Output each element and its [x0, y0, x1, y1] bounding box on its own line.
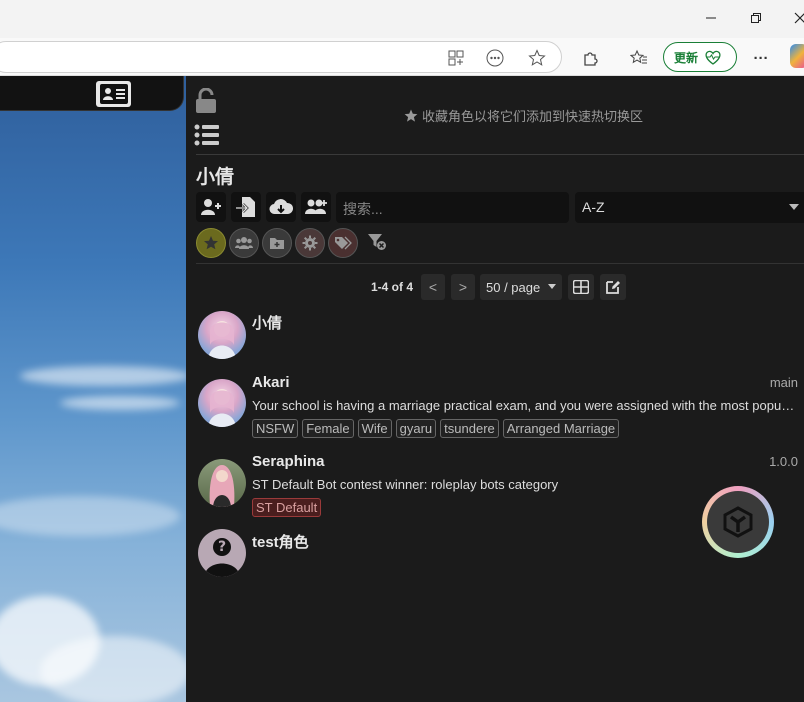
file-import-icon	[236, 197, 255, 217]
import-url-button[interactable]	[266, 192, 296, 222]
character-card-button[interactable]	[96, 81, 131, 107]
gear-icon	[302, 235, 318, 251]
filter-folders-button[interactable]	[262, 228, 292, 258]
close-button[interactable]	[788, 8, 804, 28]
minimize-button[interactable]	[699, 8, 723, 28]
tag[interactable]: Wife	[357, 419, 392, 438]
next-page-button[interactable]: >	[451, 274, 475, 300]
maximize-button[interactable]	[744, 8, 768, 28]
filter-groups-button[interactable]	[229, 228, 259, 258]
current-character-name: 小倩	[196, 167, 235, 188]
list-menu-button[interactable]	[194, 124, 220, 151]
character-name: Seraphina	[252, 453, 325, 470]
tag[interactable]: Female	[302, 419, 354, 438]
create-character-button[interactable]	[196, 192, 226, 222]
filter-tags-button[interactable]	[328, 228, 358, 258]
sort-value: A-Z	[582, 199, 605, 215]
heartbeat-icon	[705, 50, 721, 65]
tag[interactable]: tsundere	[440, 419, 499, 438]
svg-text:?: ?	[218, 539, 226, 555]
copilot-icon[interactable]	[790, 44, 804, 68]
tag[interactable]: Arranged Marriage	[502, 419, 620, 438]
minimize-icon	[706, 17, 716, 19]
tags-icon	[335, 236, 352, 250]
app-available-icon[interactable]	[445, 47, 467, 69]
character-name: 小倩	[252, 315, 283, 332]
background-sky-image	[0, 76, 186, 702]
update-label: 更新	[674, 50, 699, 65]
hotswap-hint-text: 收藏角色以将它们添加到快速热切换区	[422, 109, 644, 124]
character-version: 1.0.0	[769, 454, 798, 469]
id-card-icon	[99, 84, 128, 104]
edit-icon	[606, 281, 620, 294]
users-plus-icon	[305, 199, 327, 214]
more-dots-icon[interactable]	[484, 47, 506, 69]
top-bar-left	[0, 76, 184, 111]
prev-page-button[interactable]: <	[421, 274, 445, 300]
tag[interactable]: gyaru	[395, 419, 437, 438]
character-panel: 收藏角色以将它们添加到快速热切换区 小倩 搜索... A-Z 1-4 of 4 …	[186, 76, 804, 702]
extensions-icon[interactable]	[579, 47, 601, 69]
assistant-floating-button[interactable]	[702, 486, 774, 558]
pagination-count: 1-4 of 4	[371, 280, 414, 294]
close-icon	[794, 12, 804, 24]
avatar: ?	[198, 529, 246, 577]
create-group-button[interactable]	[301, 192, 331, 222]
update-button[interactable]: 更新	[663, 42, 737, 72]
sort-select[interactable]: A-Z	[575, 192, 804, 223]
character-version: main	[769, 375, 798, 390]
browser-titlebar	[0, 0, 804, 38]
assistant-logo-icon	[723, 506, 753, 538]
import-file-button[interactable]	[231, 192, 261, 222]
character-description: ST Default Bot contest winner: roleplay …	[252, 477, 559, 492]
tag[interactable]: ST Default	[252, 498, 322, 517]
divider	[196, 263, 804, 264]
grid-view-button[interactable]	[568, 274, 594, 300]
character-tags: NSFW Female Wife gyaru tsundere Arranged…	[252, 419, 620, 438]
avatar	[198, 379, 246, 427]
chevron-down-icon	[789, 204, 799, 210]
restore-icon	[751, 13, 761, 23]
page-size-select[interactable]: 50 / page	[480, 274, 562, 300]
users-icon	[235, 237, 253, 249]
character-description: Your school is having a marriage practic…	[252, 398, 797, 413]
clear-filters-button[interactable]	[367, 233, 387, 256]
bulk-edit-button[interactable]	[600, 274, 626, 300]
character-name: test角色	[252, 534, 309, 551]
character-name: Akari	[252, 374, 290, 391]
tag[interactable]: NSFW	[252, 419, 299, 438]
lock-button[interactable]	[194, 87, 218, 119]
unknown-user-icon: ?	[204, 538, 240, 577]
hotswap-hint: 收藏角色以将它们添加到快速热切换区	[404, 106, 643, 125]
chevron-down-icon	[548, 284, 556, 289]
favorites-icon[interactable]	[628, 47, 650, 69]
unlock-icon	[196, 87, 216, 113]
divider	[196, 154, 804, 155]
address-bar[interactable]	[0, 41, 562, 73]
list-icon	[194, 124, 219, 146]
character-tags: ST Default	[252, 498, 322, 517]
folder-plus-icon	[270, 238, 284, 249]
search-input[interactable]: 搜索...	[336, 192, 569, 223]
filter-clear-icon	[368, 234, 386, 250]
star-icon	[404, 109, 418, 122]
browser-toolbar: 更新 ···	[0, 38, 804, 76]
avatar	[198, 311, 246, 359]
cloud-download-icon	[269, 199, 293, 215]
favorite-star-icon[interactable]	[526, 47, 548, 69]
filter-settings-button[interactable]	[295, 228, 325, 258]
settings-more-button[interactable]: ···	[750, 47, 772, 69]
grid-icon	[573, 280, 589, 294]
star-icon	[204, 236, 218, 250]
user-plus-icon	[201, 199, 221, 215]
avatar	[198, 459, 246, 507]
filter-favorites-button[interactable]	[196, 228, 226, 258]
page-size-value: 50 / page	[486, 279, 541, 295]
